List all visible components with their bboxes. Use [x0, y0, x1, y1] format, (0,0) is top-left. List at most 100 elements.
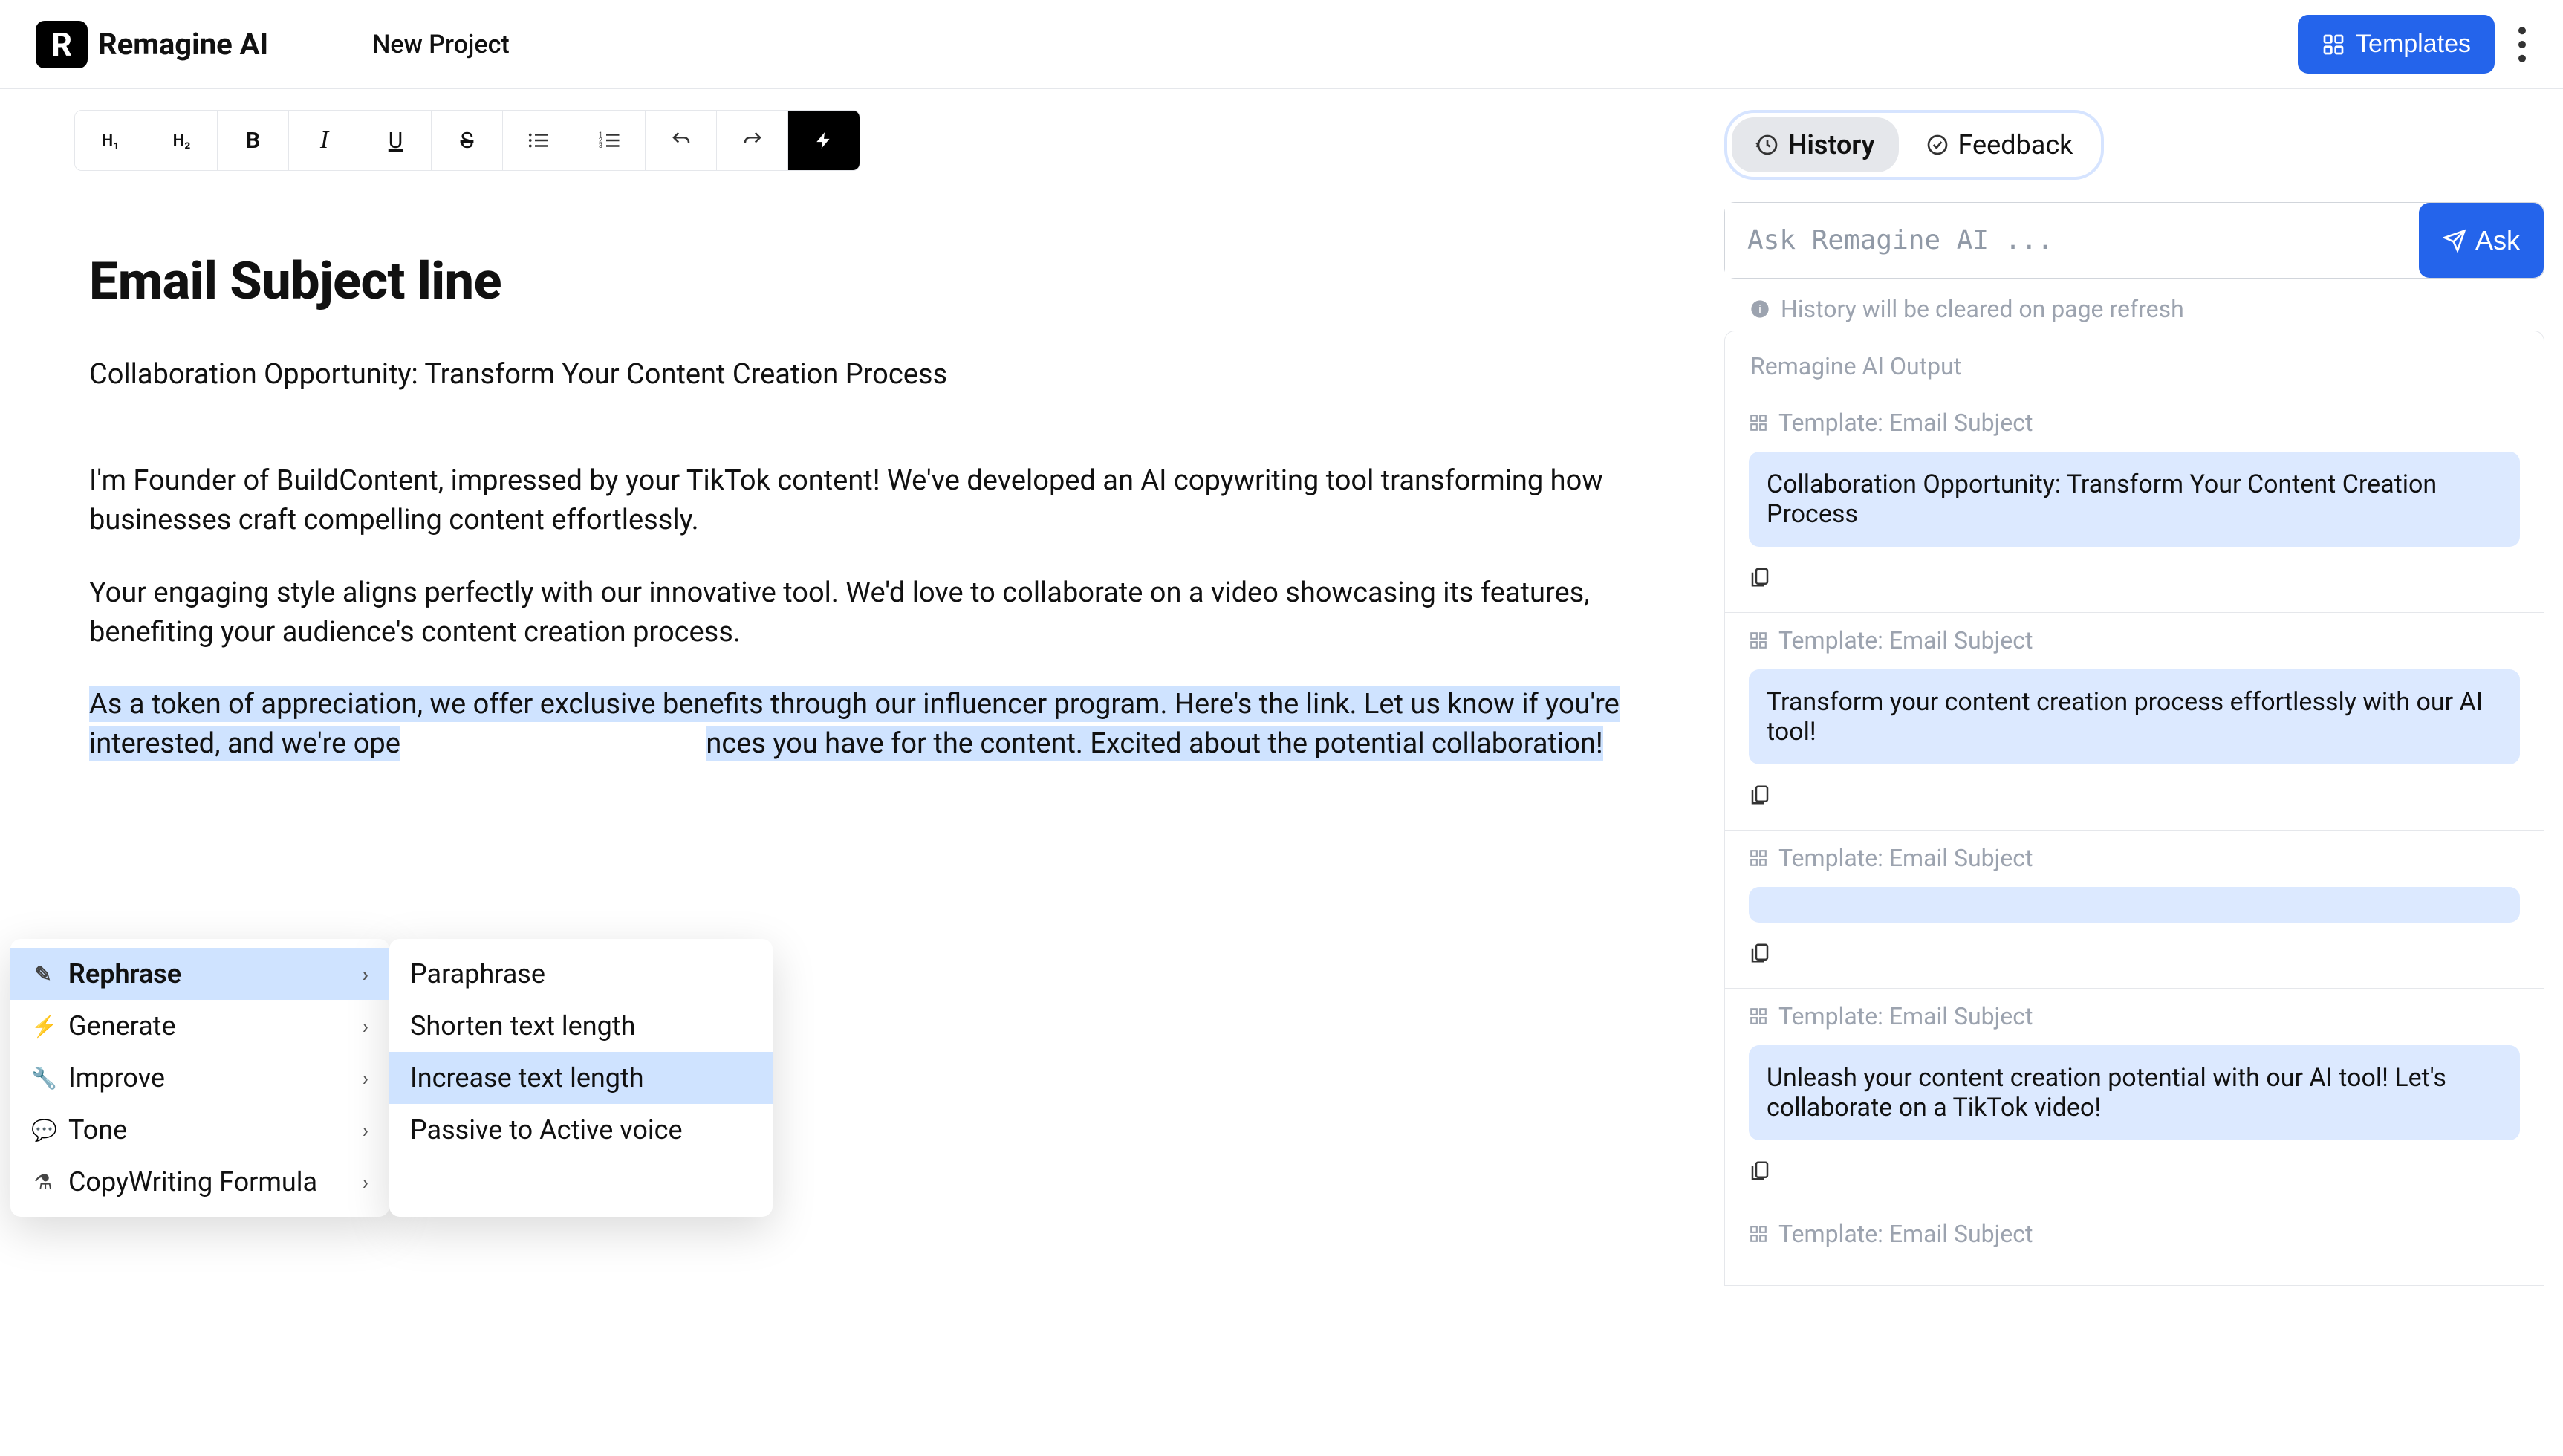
app-header: R Remagine AI New Project Templates	[0, 0, 2563, 89]
editor-area: H₁ H₂ B I U S 123	[0, 89, 1724, 1456]
wrench-icon: 🔧	[31, 1066, 55, 1091]
ordered-list-button[interactable]: 123	[574, 111, 646, 170]
chevron-right-icon: ›	[363, 1170, 368, 1195]
tab-history-label: History	[1788, 129, 1875, 160]
menu-copywriting-label: CopyWriting Formula	[68, 1166, 317, 1197]
submenu-increase-length[interactable]: Increase text length	[389, 1052, 773, 1104]
output-item-2: Template: Email Subject Transform your c…	[1725, 613, 2544, 831]
document-body[interactable]: Email Subject line Collaboration Opportu…	[89, 245, 1649, 764]
paragraph-3[interactable]: Your engaging style aligns perfectly wit…	[89, 573, 1649, 652]
menu-generate-label: Generate	[68, 1010, 176, 1041]
bold-button[interactable]: B	[218, 111, 289, 170]
output-item-5: Template: Email Subject	[1725, 1206, 2544, 1285]
chevron-right-icon: ›	[363, 1118, 368, 1143]
bold-label: B	[246, 128, 260, 154]
grid-icon	[1749, 1007, 1768, 1026]
copy-button[interactable]	[1749, 1158, 2520, 1183]
grid-icon	[1749, 631, 1768, 650]
templates-button[interactable]: Templates	[2298, 15, 2495, 74]
template-label: Template: Email Subject	[1778, 1002, 2033, 1030]
submenu-passive-label: Passive to Active voice	[410, 1114, 683, 1145]
h1-label: H₁	[102, 131, 120, 150]
tab-history[interactable]: History	[1732, 117, 1899, 172]
info-icon: i	[1750, 299, 1770, 319]
submenu-paraphrase[interactable]: Paraphrase	[389, 948, 773, 1000]
menu-improve[interactable]: 🔧 Improve ›	[10, 1052, 389, 1104]
submenu-shorten-label: Shorten text length	[410, 1010, 635, 1041]
heading1-button[interactable]: H₁	[75, 111, 146, 170]
speech-icon: 💬	[31, 1118, 55, 1143]
menu-generate[interactable]: ⚡ Generate ›	[10, 1000, 389, 1052]
templates-label: Templates	[2356, 30, 2471, 59]
history-warning: i History will be cleared on page refres…	[1750, 295, 2563, 323]
svg-text:i: i	[1758, 302, 1761, 316]
template-badge: Template: Email Subject	[1749, 409, 2520, 437]
submenu-passive-active[interactable]: Passive to Active voice	[389, 1104, 773, 1156]
project-title[interactable]: New Project	[372, 30, 509, 59]
history-icon	[1755, 133, 1779, 157]
ask-input[interactable]	[1725, 203, 2419, 278]
ai-sidebar: History Feedback Ask i History will be c…	[1724, 89, 2563, 1456]
paragraph-4[interactable]: As a token of appreciation, we offer exc…	[89, 685, 1649, 764]
history-warning-text: History will be cleared on page refresh	[1781, 295, 2184, 323]
sidebar-tabs: History Feedback	[1724, 110, 2104, 180]
tab-feedback[interactable]: Feedback	[1902, 117, 2097, 172]
output-item-3: Template: Email Subject	[1725, 831, 2544, 989]
submenu-shorten[interactable]: Shorten text length	[389, 1000, 773, 1052]
chevron-right-icon: ›	[363, 962, 368, 987]
more-menu-icon[interactable]	[2517, 26, 2527, 63]
document-heading[interactable]: Email Subject line	[89, 245, 1649, 318]
strike-button[interactable]: S	[432, 111, 503, 170]
svg-text:3: 3	[599, 143, 602, 150]
chevron-right-icon: ›	[363, 1014, 368, 1039]
copy-button[interactable]	[1749, 782, 2520, 807]
lightning-icon	[814, 128, 834, 153]
undo-button[interactable]	[646, 111, 717, 170]
ai-action-button[interactable]	[788, 111, 860, 170]
grid-icon	[1749, 1224, 1768, 1244]
ask-ai-box: Ask	[1724, 202, 2544, 279]
bullet-list-button[interactable]	[503, 111, 574, 170]
bullet-list-icon	[527, 131, 550, 150]
heading2-button[interactable]: H₂	[146, 111, 218, 170]
underline-button[interactable]: U	[360, 111, 432, 170]
brand-logo[interactable]: R Remagine AI	[36, 21, 268, 68]
menu-tone[interactable]: 💬 Tone ›	[10, 1104, 389, 1156]
template-label: Template: Email Subject	[1778, 626, 2033, 654]
template-badge: Template: Email Subject	[1749, 844, 2520, 872]
grid-icon	[1749, 413, 1768, 432]
selected-text-after: nces you have for the content. Excited a…	[706, 726, 1602, 761]
brand-name: Remagine AI	[98, 27, 268, 62]
formatting-toolbar: H₁ H₂ B I U S 123	[74, 110, 1724, 171]
ordered-list-icon: 123	[599, 131, 621, 150]
h2-label: H₂	[173, 131, 191, 150]
menu-rephrase[interactable]: ✎ Rephrase ›	[10, 948, 389, 1000]
paragraph-1[interactable]: Collaboration Opportunity: Transform You…	[89, 355, 1649, 394]
ai-context-menu: ✎ Rephrase › ⚡ Generate › 🔧 Improve › 💬 …	[10, 939, 773, 1217]
template-badge: Template: Email Subject	[1749, 1002, 2520, 1030]
output-text[interactable]: Collaboration Opportunity: Transform You…	[1749, 452, 2520, 547]
output-text[interactable]: Transform your content creation process …	[1749, 669, 2520, 764]
ask-button-label: Ask	[2475, 225, 2520, 256]
ask-button[interactable]: Ask	[2419, 203, 2544, 278]
flask-icon: ⚗	[31, 1170, 55, 1195]
template-label: Template: Email Subject	[1778, 409, 2033, 437]
ai-output-panel: Remagine AI Output Template: Email Subje…	[1724, 331, 2544, 1286]
paragraph-2[interactable]: I'm Founder of BuildContent, impressed b…	[89, 461, 1649, 540]
copy-button[interactable]	[1749, 565, 2520, 590]
menu-rephrase-label: Rephrase	[68, 958, 181, 989]
redo-button[interactable]	[717, 111, 788, 170]
template-label: Template: Email Subject	[1778, 844, 2033, 872]
output-item-1: Template: Email Subject Collaboration Op…	[1725, 395, 2544, 613]
template-badge: Template: Email Subject	[1749, 1220, 2520, 1248]
grid-icon	[1749, 848, 1768, 868]
copy-button[interactable]	[1749, 940, 2520, 966]
output-text[interactable]	[1749, 887, 2520, 923]
submenu-paraphrase-label: Paraphrase	[410, 958, 545, 989]
lightning-icon: ⚡	[31, 1014, 55, 1039]
template-badge: Template: Email Subject	[1749, 626, 2520, 654]
chevron-right-icon: ›	[363, 1066, 368, 1091]
italic-button[interactable]: I	[289, 111, 360, 170]
output-text[interactable]: Unleash your content creation potential …	[1749, 1045, 2520, 1140]
menu-copywriting-formula[interactable]: ⚗ CopyWriting Formula ›	[10, 1156, 389, 1208]
